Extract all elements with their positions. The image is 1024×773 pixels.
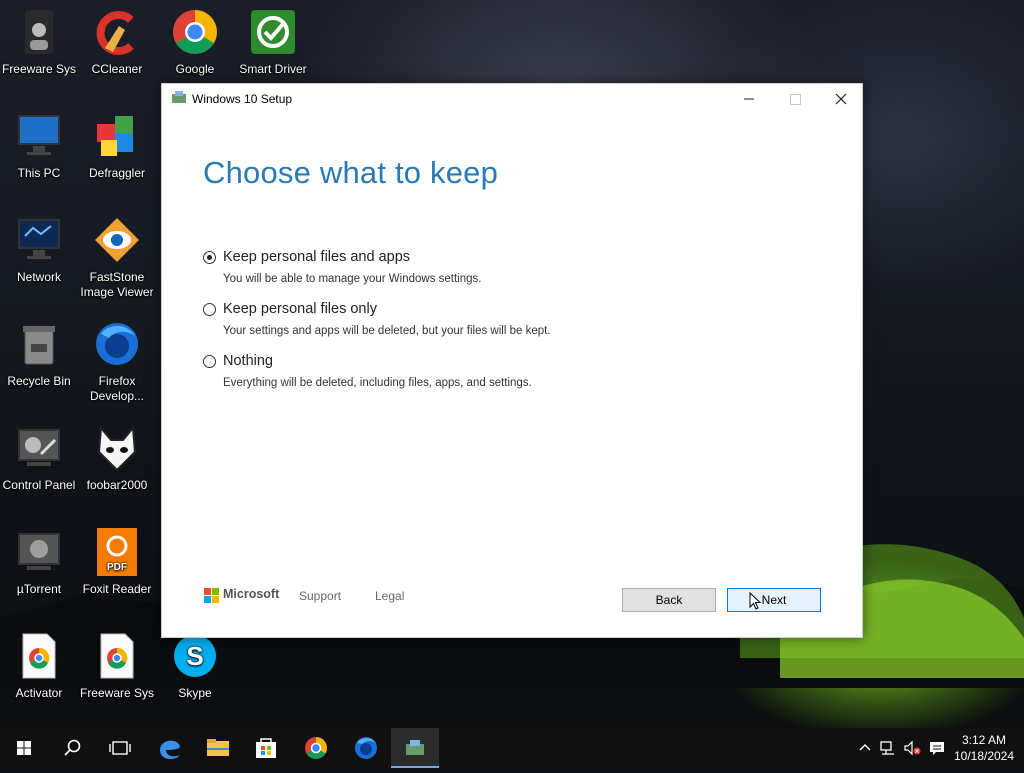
page-title: Choose what to keep: [203, 155, 499, 190]
desktop-icon-firefox-developer[interactable]: Firefox Develop...: [78, 320, 156, 404]
chrome-doc-icon: [15, 632, 63, 680]
user-app-icon: [15, 8, 63, 56]
radio-nothing[interactable]: [203, 355, 216, 368]
chrome-icon: [171, 8, 219, 56]
option-description: Everything will be deleted, including fi…: [223, 377, 532, 389]
desktop-icon-utorrent[interactable]: µTorrent: [0, 528, 78, 597]
option-label: Keep personal files only: [223, 301, 377, 317]
option-label: Keep personal files and apps: [223, 249, 411, 265]
desktop-icon-network[interactable]: Network: [0, 216, 78, 285]
option-description: You will be able to manage your Windows …: [223, 273, 482, 285]
task-view-icon: [109, 741, 131, 755]
desktop-icon-foobar2000[interactable]: foobar2000: [78, 424, 156, 493]
skype-icon: S: [171, 632, 219, 680]
desktop-icon-recycle-bin[interactable]: Recycle Bin: [0, 320, 78, 389]
desktop-icon-freeware-sys-2[interactable]: Freeware Sys: [78, 632, 156, 701]
microsoft-logo-icon: [204, 588, 219, 603]
desktop-icon-this-pc[interactable]: This PC: [0, 112, 78, 181]
search-button[interactable]: [48, 728, 96, 768]
chrome-doc-icon: [93, 632, 141, 680]
clock-date: 10/18/2024: [953, 749, 1015, 763]
minimize-icon: [744, 98, 754, 100]
foobar-icon: [93, 424, 141, 472]
utorrent-icon: [15, 528, 63, 576]
folder-icon: [207, 739, 229, 756]
close-button[interactable]: [818, 84, 864, 114]
desktop-icon-google-chrome[interactable]: Google Chrome: [156, 8, 234, 77]
defraggler-icon: [93, 112, 141, 160]
svg-text:S: S: [186, 641, 203, 671]
desktop-icon-smart-driver-updater[interactable]: Smart Driver Updater: [234, 8, 312, 77]
legal-link[interactable]: Legal: [375, 589, 404, 603]
desktop-icon-skype[interactable]: S Skype: [156, 632, 234, 701]
title-bar[interactable]: Windows 10 Setup: [162, 84, 862, 114]
firefox-dev-icon: [355, 737, 377, 759]
network-icon[interactable]: [879, 739, 897, 757]
desktop-icon-control-panel[interactable]: Control Panel: [0, 424, 78, 493]
taskbar-chrome[interactable]: [292, 728, 340, 768]
option-label: Nothing: [223, 353, 273, 369]
minimize-button[interactable]: [726, 84, 772, 114]
desktop-icon-faststone[interactable]: FastStone Image Viewer: [78, 216, 156, 300]
faststone-icon: [93, 216, 141, 264]
desktop-icon-ccleaner[interactable]: CCleaner: [78, 8, 156, 77]
maximize-button[interactable]: [772, 84, 818, 114]
taskbar-store[interactable]: [242, 728, 290, 768]
clock-time: 3:12 AM: [961, 733, 1007, 747]
taskbar-clock[interactable]: 3:12 AM 10/18/2024: [950, 732, 1018, 764]
recycle-bin-icon: [15, 320, 63, 368]
network-icon: [15, 216, 63, 264]
control-panel-icon: [15, 424, 63, 472]
foxit-icon: PDF: [93, 528, 141, 576]
mouse-cursor-icon: [749, 592, 761, 610]
next-button[interactable]: Next: [727, 588, 821, 612]
store-icon: [256, 738, 276, 758]
ccleaner-icon: [93, 8, 141, 56]
chrome-icon: [305, 737, 327, 759]
smart-driver-icon: [249, 8, 297, 56]
start-button[interactable]: [0, 728, 48, 768]
desktop-icon-foxit-reader[interactable]: PDF Foxit Reader: [78, 528, 156, 597]
monitor-icon: [15, 112, 63, 160]
desktop-icon-activator[interactable]: Activator: [0, 632, 78, 701]
desktop-icon-freeware-sys[interactable]: Freeware Sys: [0, 8, 78, 77]
back-button[interactable]: Back: [622, 588, 716, 612]
support-link[interactable]: Support: [299, 589, 341, 603]
option-description: Your settings and apps will be deleted, …: [223, 325, 551, 337]
desktop-icon-defraggler[interactable]: Defraggler: [78, 112, 156, 181]
svg-text:PDF: PDF: [107, 562, 127, 573]
search-icon: [64, 739, 81, 756]
radio-keep-files-and-apps[interactable]: [203, 251, 216, 264]
taskbar-firefox[interactable]: [342, 728, 390, 768]
microsoft-brand: Microsoft: [223, 587, 280, 601]
notification-icon[interactable]: [928, 739, 946, 757]
taskbar-edge[interactable]: [146, 728, 194, 768]
task-view-button[interactable]: [96, 728, 144, 768]
taskbar-file-explorer[interactable]: [194, 728, 242, 768]
taskbar-windows-setup[interactable]: [391, 728, 439, 768]
setup-app-icon: [406, 740, 424, 755]
volume-muted-icon[interactable]: [903, 739, 921, 757]
edge-icon: [160, 740, 180, 760]
window-title: Windows 10 Setup: [192, 92, 293, 106]
chevron-up-icon[interactable]: [856, 739, 874, 757]
radio-keep-files-only[interactable]: [203, 303, 216, 316]
close-icon: [835, 93, 847, 105]
setup-window: Windows 10 Setup Choose what to keep Kee…: [161, 83, 863, 638]
windows-logo-icon: [17, 741, 31, 755]
taskbar: 3:12 AM 10/18/2024: [0, 728, 1024, 768]
setup-app-icon: [172, 91, 186, 103]
maximize-icon: [790, 94, 801, 105]
firefox-dev-icon: [93, 320, 141, 368]
